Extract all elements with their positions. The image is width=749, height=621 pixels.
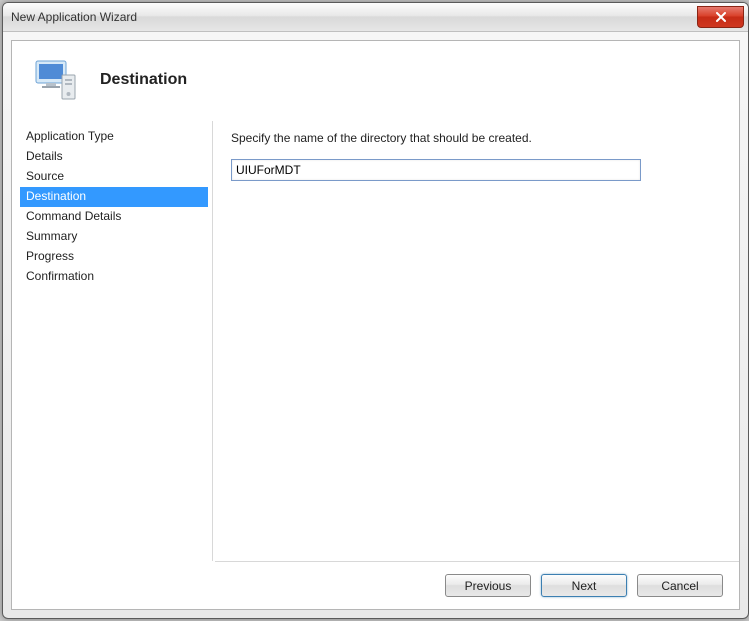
wizard-steps: Application TypeDetailsSourceDestination… xyxy=(12,117,212,561)
wizard-step[interactable]: Summary xyxy=(20,227,208,247)
instruction-text: Specify the name of the directory that s… xyxy=(231,131,717,145)
page-title: Destination xyxy=(100,71,187,89)
wizard-step[interactable]: Source xyxy=(20,167,208,187)
previous-button[interactable]: Previous xyxy=(445,574,531,597)
wizard-step[interactable]: Destination xyxy=(20,187,208,207)
wizard-step[interactable]: Details xyxy=(20,147,208,167)
close-button[interactable] xyxy=(697,6,744,28)
window-title: New Application Wizard xyxy=(11,10,137,24)
wizard-step[interactable]: Confirmation xyxy=(20,267,208,287)
client-area: Destination Application TypeDetailsSourc… xyxy=(11,40,740,610)
page-header: Destination xyxy=(12,41,739,117)
computer-icon xyxy=(32,55,82,105)
wizard-step[interactable]: Progress xyxy=(20,247,208,267)
next-button[interactable]: Next xyxy=(541,574,627,597)
button-bar: Previous Next Cancel xyxy=(215,561,739,609)
cancel-button[interactable]: Cancel xyxy=(637,574,723,597)
content-panel: Specify the name of the directory that s… xyxy=(213,117,739,561)
directory-name-input[interactable] xyxy=(231,159,641,181)
close-icon xyxy=(715,12,727,22)
wizard-window: New Application Wizard Desti xyxy=(2,2,749,619)
wizard-step[interactable]: Application Type xyxy=(20,127,208,147)
titlebar: New Application Wizard xyxy=(3,3,748,32)
body: Application TypeDetailsSourceDestination… xyxy=(12,117,739,561)
wizard-step[interactable]: Command Details xyxy=(20,207,208,227)
